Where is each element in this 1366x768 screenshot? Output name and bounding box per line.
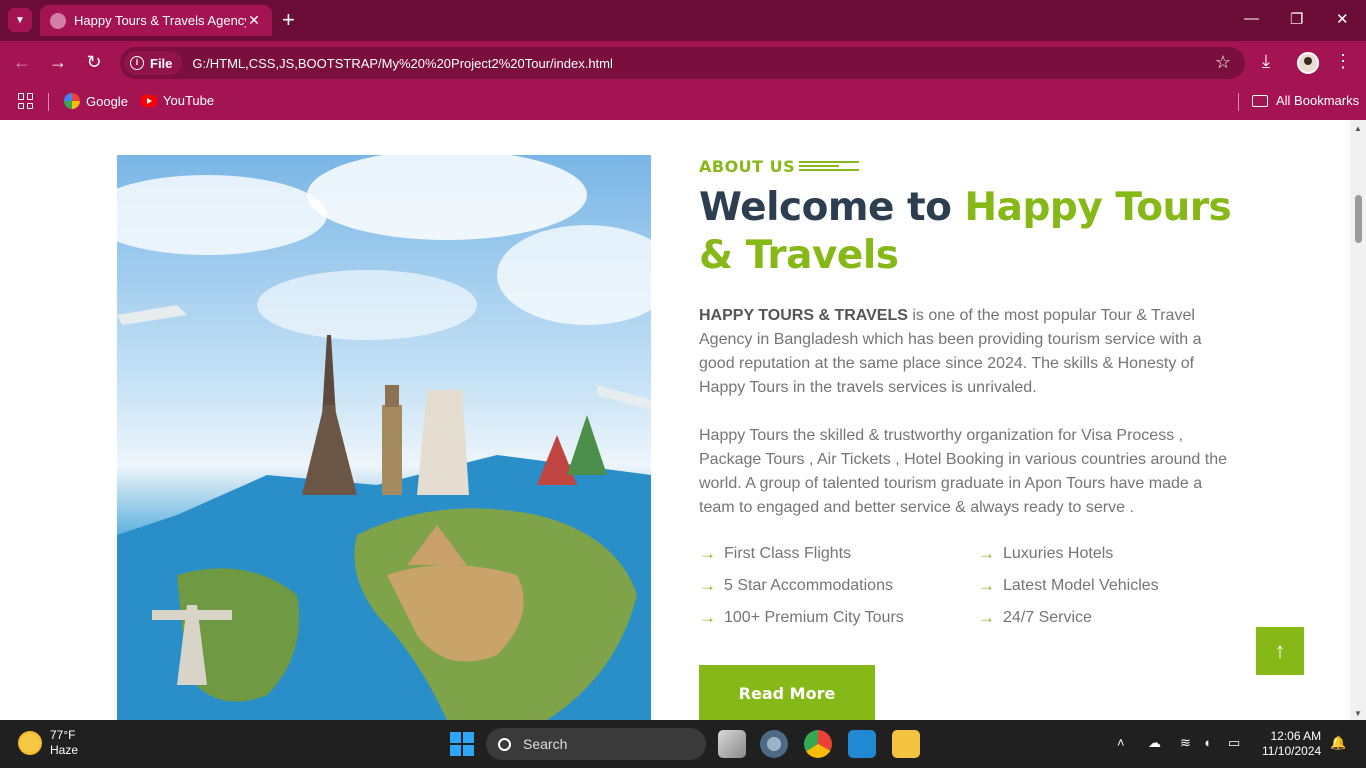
page-title: Welcome to Happy Tours & Travels: [699, 184, 1259, 280]
feature-label: 5 Star Accommodations: [724, 577, 893, 594]
apps-grid-icon[interactable]: [18, 93, 34, 109]
download-icon[interactable]: ⤓: [1262, 51, 1270, 72]
agency-name-bold: HAPPY TOURS & TRAVELS: [699, 307, 908, 324]
about-paragraph-2: Happy Tours the skilled & trustworthy or…: [699, 427, 1227, 516]
tab-title: Happy Tours & Travels Agency: [74, 13, 246, 28]
bookmark-label: Google: [86, 93, 128, 109]
system-clock[interactable]: 12:06 AM 11/10/2024: [1262, 729, 1321, 759]
tab-close-icon[interactable]: ✕: [246, 12, 262, 29]
search-placeholder: Search: [523, 736, 568, 752]
windows-start-icon[interactable]: [450, 732, 474, 756]
battery-icon[interactable]: ▭: [1228, 735, 1240, 751]
restore-icon[interactable]: ❐: [1290, 10, 1303, 28]
page-scrollbar[interactable]: ▲ ▼: [1350, 120, 1366, 720]
chrome-icon[interactable]: [804, 730, 832, 758]
section-label: ABOUT US: [699, 157, 796, 176]
feature-item: → 100+ Premium City Tours: [699, 608, 904, 628]
divider: [48, 93, 49, 111]
arrow-right-icon: →: [699, 576, 716, 595]
active-tab[interactable]: Happy Tours & Travels Agency ✕: [40, 5, 272, 36]
tab-strip: ▼ Happy Tours & Travels Agency ✕ + — ❐ ✕: [0, 0, 1366, 41]
feature-item: → Latest Model Vehicles: [978, 576, 1159, 596]
new-tab-button[interactable]: +: [282, 9, 295, 31]
google-icon: [64, 93, 80, 109]
arrow-up-icon: ↑: [1274, 638, 1286, 663]
notification-bell-icon[interactable]: 🔔: [1330, 735, 1346, 751]
arrow-right-icon: →: [978, 608, 995, 627]
windows-taskbar: 77°F Haze Search ˄ ☁ ≋ ◖ ▭ 12:06 AM 11/1…: [0, 720, 1366, 768]
back-icon[interactable]: ←: [10, 52, 34, 72]
chevron-down-icon: ▼: [15, 14, 25, 26]
feature-label: 24/7 Service: [1003, 609, 1092, 626]
weather-condition: Haze: [50, 743, 79, 757]
bookmark-label: YouTube: [163, 93, 215, 108]
window-close-icon[interactable]: ✕: [1336, 10, 1349, 28]
arrow-right-icon: →: [699, 544, 716, 563]
file-explorer-icon[interactable]: [892, 730, 920, 758]
bookmark-google[interactable]: Google: [64, 93, 128, 109]
feature-label: Latest Model Vehicles: [1003, 577, 1159, 594]
bookmark-youtube[interactable]: YouTube: [141, 93, 214, 108]
address-bar[interactable]: i File G:/HTML,CSS,JS,BOOTSTRAP/My%20%20…: [120, 47, 1245, 79]
feature-label: First Class Flights: [724, 545, 852, 562]
tray-chevron-up-icon[interactable]: ˄: [1117, 735, 1125, 750]
all-bookmarks[interactable]: All Bookmarks: [1252, 93, 1359, 108]
feature-label: 100+ Premium City Tours: [724, 609, 904, 626]
browser-toolbar: ← → ↻ i File G:/HTML,CSS,JS,BOOTSTRAP/My…: [0, 41, 1366, 85]
bookmark-star-icon[interactable]: ☆: [1215, 52, 1231, 73]
search-icon: [498, 737, 511, 751]
folder-icon: [1252, 94, 1268, 107]
page-viewport: ABOUT US Welcome to Happy Tours & Travel…: [0, 120, 1366, 720]
taskbar-search[interactable]: Search: [486, 728, 706, 760]
youtube-icon: [141, 94, 157, 107]
feature-item: → 24/7 Service: [978, 608, 1092, 628]
scroll-up-icon[interactable]: ▲: [1354, 124, 1362, 133]
volume-icon[interactable]: ◖: [1203, 735, 1211, 750]
section-label-decoration: [799, 161, 859, 171]
feature-item: → First Class Flights: [699, 544, 851, 564]
minimize-icon[interactable]: —: [1244, 10, 1259, 27]
profile-avatar[interactable]: [1297, 52, 1319, 74]
read-more-button[interactable]: Read More: [699, 665, 875, 720]
clock-time: 12:06 AM: [1270, 729, 1322, 743]
about-paragraph-1: HAPPY TOURS & TRAVELS is one of the most…: [699, 304, 1239, 400]
site-chip-label: File: [150, 55, 173, 71]
task-view-icon[interactable]: [718, 730, 746, 758]
scroll-down-icon[interactable]: ▼: [1354, 709, 1362, 718]
arrow-right-icon: →: [978, 544, 995, 563]
arrow-right-icon: →: [978, 576, 995, 595]
info-icon: i: [130, 56, 144, 70]
all-bookmarks-label: All Bookmarks: [1276, 93, 1360, 108]
menu-kebab-icon[interactable]: ⋮: [1334, 51, 1352, 72]
feature-label: Luxuries Hotels: [1003, 545, 1114, 562]
heading-prefix: Welcome to: [699, 185, 965, 230]
reload-icon[interactable]: ↻: [82, 52, 106, 72]
feature-item: → Luxuries Hotels: [978, 544, 1113, 564]
scroll-thumb[interactable]: [1355, 195, 1362, 243]
temperature: 77°F: [50, 728, 76, 742]
arrow-right-icon: →: [699, 608, 716, 627]
back-to-top-button[interactable]: ↑: [1256, 627, 1304, 675]
site-info-chip[interactable]: i File: [124, 51, 183, 75]
tab-search-button[interactable]: ▼: [8, 8, 32, 32]
bookmarks-bar: Google YouTube All Bookmarks: [0, 85, 1366, 120]
weather-widget[interactable]: 77°F Haze: [18, 728, 78, 758]
clock-date: 11/10/2024: [1262, 744, 1322, 758]
feature-item: → 5 Star Accommodations: [699, 576, 893, 596]
weather-sun-icon: [18, 731, 42, 755]
forward-icon[interactable]: →: [46, 52, 70, 72]
onedrive-icon[interactable]: ☁: [1148, 735, 1161, 751]
travel-landmarks-image: [117, 155, 651, 720]
wifi-icon[interactable]: ≋: [1180, 735, 1191, 751]
settings-icon[interactable]: [760, 730, 788, 758]
url-text[interactable]: G:/HTML,CSS,JS,BOOTSTRAP/My%20%20Project…: [192, 56, 612, 71]
vscode-icon[interactable]: [848, 730, 876, 758]
divider: [1238, 93, 1239, 111]
globe-icon: [50, 12, 66, 29]
